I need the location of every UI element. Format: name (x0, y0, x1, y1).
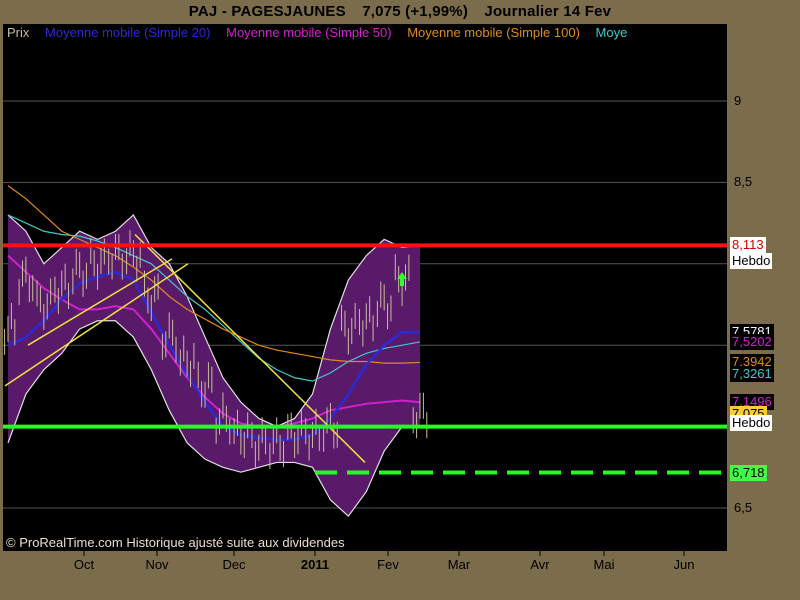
price-tag: 7,3261 (730, 365, 774, 382)
y-tick-label: 8,5 (734, 174, 753, 190)
price-tag: Hebdo (730, 415, 773, 432)
price-tag-sub: Hebdo (730, 253, 773, 270)
x-tick-label: Jun (673, 557, 695, 572)
y-tick-label: 9 (734, 93, 742, 108)
x-tick-label: 2011 (300, 557, 330, 572)
chart-svg (3, 100, 727, 556)
x-tick-label: Mai (593, 557, 615, 572)
price-tag: 8,113 (730, 237, 766, 254)
x-tick-label: Fev (377, 557, 399, 572)
price-tag: 6,718 (730, 464, 767, 481)
x-tick-label: Dec (222, 557, 246, 572)
x-tick-label: Avr (530, 557, 550, 572)
plot-layer (3, 100, 727, 518)
x-tick-label: Oct (73, 557, 95, 572)
x-tick-label: Mar (447, 557, 471, 572)
price-tag: 7,5202 (730, 333, 774, 350)
footer-credit: © ProRealTime.com Historique ajusté suit… (6, 535, 345, 550)
x-tick-label: Nov (145, 557, 169, 572)
y-tick-label: 6,5 (734, 500, 753, 515)
